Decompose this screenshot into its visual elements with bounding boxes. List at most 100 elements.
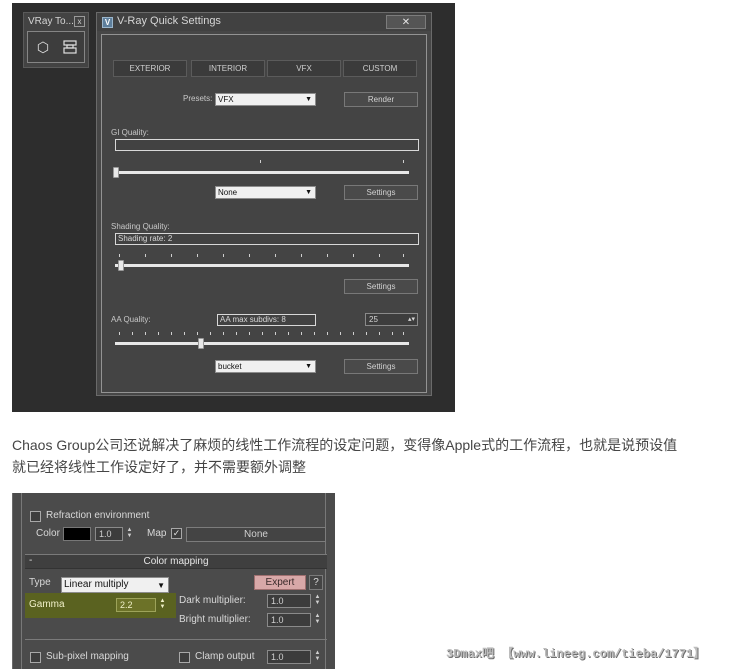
color-mapping-title: Color mapping: [143, 556, 209, 567]
chevron-down-icon: ▼: [305, 189, 312, 196]
window-close-button[interactable]: ✕: [386, 15, 426, 29]
aa-slider-tick: [197, 332, 198, 335]
type-dropdown[interactable]: Linear multiply ▼: [61, 577, 169, 593]
hexagon-icon[interactable]: ⬡: [32, 37, 54, 57]
chevron-down-icon: ▼: [157, 581, 165, 590]
gamma-spinner[interactable]: 2.2: [116, 598, 156, 612]
render-button[interactable]: Render: [344, 92, 418, 107]
vray-quick-settings-screenshot: VRay To... x ⬡ V V-Ray Quick Settings ✕ …: [12, 3, 455, 412]
shading-slider-tick: [145, 254, 146, 257]
aa-slider-tick: [314, 332, 315, 335]
aa-quality-slider[interactable]: [115, 342, 409, 345]
vray-logo-icon: V: [102, 17, 113, 28]
shading-quality-slider[interactable]: [115, 264, 409, 267]
tab-vfx[interactable]: VFX: [267, 60, 341, 77]
aa-slider-tick: [403, 332, 404, 335]
map-label: Map: [147, 528, 167, 539]
aa-slider-tick: [145, 332, 146, 335]
shading-rate-readout: Shading rate: 2: [115, 233, 419, 245]
paragraph-line: Chaos Group公司还说解决了麻烦的线性工作流程的设定问题，变得像Appl…: [12, 437, 678, 453]
gamma-label: Gamma: [29, 599, 65, 610]
shading-slider-tick: [301, 254, 302, 257]
render-settings-icon[interactable]: [59, 37, 81, 57]
color-swatch[interactable]: [63, 527, 91, 541]
bright-multiplier-spinner[interactable]: 1.0: [267, 613, 311, 627]
clamp-output-checkbox[interactable]: [179, 652, 190, 663]
gi-mode-dropdown[interactable]: None ▼: [215, 186, 316, 199]
gi-settings-button[interactable]: Settings: [344, 185, 418, 200]
map-none-button[interactable]: None: [186, 527, 326, 542]
map-checkbox[interactable]: ✓: [171, 528, 182, 539]
spinner-arrows-icon[interactable]: ▲ ▼: [313, 650, 322, 664]
gi-slider-handle[interactable]: [113, 167, 119, 178]
quick-settings-panel: EXTERIOR INTERIOR VFX CUSTOM Presets: VF…: [101, 34, 427, 393]
spinner-arrows-icon[interactable]: ▴▾: [408, 314, 415, 325]
type-label: Type: [29, 577, 51, 588]
aa-slider-tick: [392, 332, 393, 335]
presets-value: VFX: [218, 95, 234, 104]
color-mapping-rollout-header[interactable]: - Color mapping: [25, 554, 327, 569]
aa-slider-tick: [288, 332, 289, 335]
shading-slider-tick: [223, 254, 224, 257]
aa-spinner-value: 25: [369, 315, 378, 324]
shading-slider-tick: [379, 254, 380, 257]
tab-interior[interactable]: INTERIOR: [191, 60, 265, 77]
aa-slider-tick: [340, 332, 341, 335]
aa-slider-tick: [275, 332, 276, 335]
gi-quality-slider[interactable]: [115, 171, 409, 174]
shading-settings-button[interactable]: Settings: [344, 279, 418, 294]
aa-slider-tick: [249, 332, 250, 335]
clamp-output-spinner[interactable]: 1.0: [267, 650, 311, 664]
dark-multiplier-spinner[interactable]: 1.0: [267, 594, 311, 608]
chevron-down-icon: ▼: [305, 363, 312, 370]
tab-exterior[interactable]: EXTERIOR: [113, 60, 187, 77]
shading-slider-tick: [171, 254, 172, 257]
shading-slider-tick: [327, 254, 328, 257]
aa-subdivs-readout: AA max subdivs: 8: [217, 314, 316, 326]
vray-toolbar-close-button[interactable]: x: [74, 16, 85, 27]
window-titlebar[interactable]: V V-Ray Quick Settings ✕: [97, 13, 431, 31]
shading-slider-tick: [403, 254, 404, 257]
aa-slider-tick: [262, 332, 263, 335]
dark-multiplier-label: Dark multiplier:: [179, 595, 246, 606]
aa-slider-tick: [158, 332, 159, 335]
shading-slider-handle[interactable]: [118, 260, 124, 271]
sub-pixel-mapping-checkbox[interactable]: [30, 652, 41, 663]
refraction-environment-checkbox[interactable]: [30, 511, 41, 522]
aa-slider-tick: [132, 332, 133, 335]
aa-slider-tick: [379, 332, 380, 335]
vray-toolbar: VRay To... x ⬡: [23, 12, 89, 68]
expert-button[interactable]: Expert: [254, 575, 306, 590]
shading-slider-tick: [249, 254, 250, 257]
gi-slider-tick: [260, 160, 261, 163]
spinner-arrows-icon[interactable]: ▲ ▼: [158, 598, 167, 612]
bright-multiplier-label: Bright multiplier:: [179, 614, 251, 625]
spinner-arrows-icon[interactable]: ▲ ▼: [313, 613, 322, 627]
help-button[interactable]: ?: [309, 575, 323, 590]
gi-slider-tick: [403, 160, 404, 163]
watermark: 3Dmax吧 【www.lineeg.com/tieba/1771】: [446, 647, 706, 661]
aa-slider-handle[interactable]: [198, 338, 204, 349]
color-label: Color: [36, 528, 60, 539]
gi-quality-readout: [115, 139, 419, 151]
shading-slider-tick: [353, 254, 354, 257]
aa-mode-dropdown[interactable]: bucket ▼: [215, 360, 316, 373]
spinner-arrows-icon[interactable]: ▲ ▼: [125, 527, 134, 541]
tab-custom[interactable]: CUSTOM: [343, 60, 417, 77]
sub-pixel-mapping-label: Sub-pixel mapping: [46, 651, 129, 662]
aa-slider-tick: [301, 332, 302, 335]
shading-quality-label: Shading Quality:: [111, 222, 170, 231]
aa-quality-label: AA Quality:: [111, 315, 151, 324]
refraction-multiplier[interactable]: 1.0: [95, 527, 123, 541]
aa-slider-tick: [171, 332, 172, 335]
presets-label: Presets:: [183, 94, 213, 103]
aa-slider-tick: [184, 332, 185, 335]
aa-settings-button[interactable]: Settings: [344, 359, 418, 374]
vray-toolbar-buttons: ⬡: [27, 31, 85, 63]
gi-mode-value: None: [218, 188, 238, 197]
chevron-down-icon: ▼: [305, 96, 312, 103]
presets-dropdown[interactable]: VFX ▼: [215, 93, 316, 106]
aa-slider-tick: [236, 332, 237, 335]
spinner-arrows-icon[interactable]: ▲ ▼: [313, 594, 322, 608]
aa-spinner[interactable]: 25 ▴▾: [365, 313, 418, 326]
